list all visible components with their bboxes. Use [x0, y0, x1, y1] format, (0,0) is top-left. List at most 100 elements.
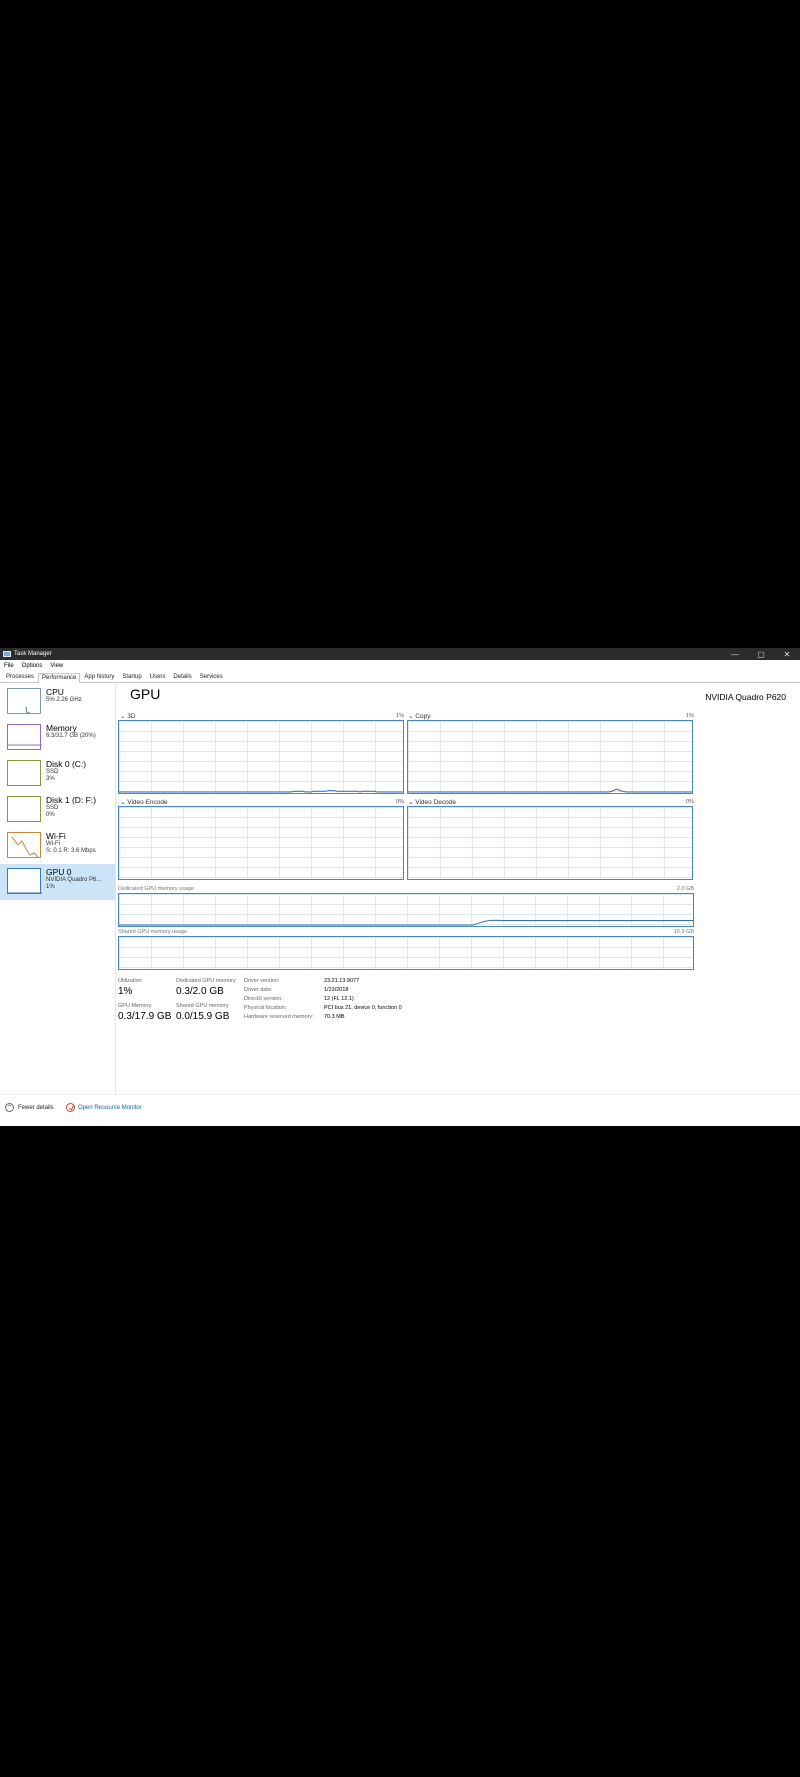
- fewer-details-button[interactable]: ⌃ Fewer details: [5, 1103, 54, 1112]
- menu-view[interactable]: View: [50, 663, 63, 669]
- task-manager-icon: [3, 651, 11, 657]
- engine-label: Video Decode: [415, 799, 456, 806]
- engine-3d-graph: [118, 720, 404, 794]
- sidebar-item-value: 3%: [46, 775, 55, 782]
- hardware-reserved-memory-label: Hardware reserved memory:: [244, 1014, 314, 1020]
- menu-bar: File Options View: [0, 660, 800, 671]
- sidebar-item-value: 1%: [46, 883, 55, 890]
- dedicated-memory-graph: [118, 893, 694, 927]
- minimize-button[interactable]: —: [722, 650, 748, 659]
- sidebar-item-detail: 6.3/31.7 GB (20%): [46, 733, 96, 739]
- chevron-up-icon: ⌃: [5, 1103, 14, 1112]
- engine-video-encode-percent: 0%: [396, 799, 404, 805]
- usage-line-chart: [119, 919, 693, 926]
- fewer-details-label: Fewer details: [18, 1104, 54, 1111]
- menu-options[interactable]: Options: [22, 663, 43, 669]
- directx-version-value: 12 (FL 12.1): [324, 996, 354, 1002]
- engine-video-encode-selector[interactable]: ⌄ Video Encode: [120, 798, 168, 806]
- task-manager-window: Task Manager — ▢ ✕ File Options View Pro…: [0, 648, 800, 1126]
- driver-date-label: Driver date:: [244, 987, 273, 993]
- shared-memory-stat-label: Shared GPU memory: [176, 1003, 229, 1009]
- menu-file[interactable]: File: [4, 663, 14, 669]
- usage-line: [408, 788, 692, 793]
- usage-line-chart: [119, 790, 403, 793]
- engine-label: Copy: [415, 713, 431, 720]
- usage-line: [119, 919, 693, 926]
- tab-app-history[interactable]: App history: [80, 672, 118, 682]
- tab-details[interactable]: Details: [169, 672, 195, 682]
- sidebar-item-label: Wi-Fi: [46, 831, 66, 841]
- dedicated-memory-max: 2.0 GB: [676, 886, 694, 892]
- sidebar-item-detail: SSD: [46, 805, 59, 811]
- chevron-down-icon: ⌄: [120, 713, 126, 720]
- tab-startup[interactable]: Startup: [118, 672, 145, 682]
- chevron-down-icon: ⌄: [408, 799, 414, 806]
- shared-memory-stat-value: 0.0/15.9 GB: [176, 1011, 230, 1022]
- sidebar-item-wifi[interactable]: Wi-Fi Wi-Fi S: 0.1 R: 3.6 Mbps: [0, 828, 115, 864]
- disk-0-thumbnail-graph: [7, 760, 41, 786]
- engine-video-decode-selector[interactable]: ⌄ Video Decode: [408, 798, 456, 806]
- sidebar-item-label: GPU 0: [46, 867, 72, 877]
- tab-performance[interactable]: Performance: [38, 673, 81, 683]
- physical-location-value: PCI bus 21, device 0, function 0: [324, 1005, 402, 1011]
- usage-line-chart: [408, 788, 692, 793]
- disk-1-thumbnail-graph: [7, 796, 41, 822]
- engine-3d-percent: 1%: [396, 713, 404, 719]
- shared-memory-label: Shared GPU memory usage: [118, 929, 188, 935]
- shared-memory-graph: [118, 936, 694, 970]
- open-resource-monitor-link[interactable]: Open Resource Monitor: [66, 1103, 142, 1112]
- gpu-memory-value: 0.3/17.9 GB: [118, 1011, 172, 1022]
- gpu-memory-label: GPU Memory: [118, 1003, 152, 1009]
- dedicated-memory-stat-label: Dedicated GPU memory: [176, 978, 236, 984]
- dedicated-memory-label: Dedicated GPU memory usage: [118, 886, 195, 892]
- sidebar-item-disk-1[interactable]: Disk 1 (D: F:) SSD 0%: [0, 792, 115, 828]
- maximize-button[interactable]: ▢: [748, 650, 774, 659]
- sidebar-item-gpu-0[interactable]: GPU 0 NVIDIA Quadro P6... 1%: [0, 864, 115, 900]
- utilization-label: Utilization: [118, 978, 142, 984]
- shared-memory-max: 15.9 GB: [673, 929, 694, 935]
- usage-line: [119, 790, 403, 793]
- close-button[interactable]: ✕: [774, 650, 800, 659]
- sidebar-item-label: CPU: [46, 687, 64, 697]
- tab-bar: Processes Performance App history Startu…: [0, 671, 800, 683]
- sidebar-item-detail: SSD: [46, 769, 59, 775]
- sidebar-item-detail: 5% 2.26 GHz: [46, 697, 82, 703]
- footer: ⌃ Fewer details Open Resource Monitor: [0, 1094, 800, 1126]
- memory-thumbnail-graph: [7, 724, 42, 750]
- utilization-value: 1%: [118, 986, 133, 997]
- sidebar-item-label: Memory: [46, 723, 77, 733]
- resource-monitor-icon: [66, 1103, 75, 1112]
- physical-location-label: Physical location:: [244, 1005, 287, 1011]
- title-bar[interactable]: Task Manager — ▢ ✕: [0, 648, 800, 660]
- wifi-thumbnail-graph: [7, 832, 41, 858]
- driver-version-value: 23.21.13.9077: [324, 978, 360, 984]
- sidebar-item-disk-0[interactable]: Disk 0 (C:) SSD 3%: [0, 756, 115, 792]
- hardware-reserved-memory-value: 70.3 MB: [324, 1014, 345, 1020]
- chevron-down-icon: ⌄: [120, 799, 126, 806]
- sidebar-item-value: 0%: [46, 811, 55, 818]
- gpu-thumbnail-graph: [7, 868, 42, 894]
- engine-copy-selector[interactable]: ⌄ Copy: [408, 712, 430, 720]
- dedicated-memory-stat-value: 0.3/2.0 GB: [176, 986, 224, 997]
- sidebar-item-memory[interactable]: Memory 6.3/31.7 GB (20%): [0, 720, 115, 756]
- gpu-model: NVIDIA Quadro P620: [705, 692, 786, 702]
- sidebar-item-detail: Wi-Fi: [46, 841, 60, 847]
- tab-processes[interactable]: Processes: [2, 672, 38, 682]
- sidebar-item-detail: NVIDIA Quadro P6...: [46, 877, 102, 883]
- sidebar-item-label: Disk 0 (C:): [46, 759, 87, 769]
- engine-video-encode-graph: [118, 806, 404, 880]
- engine-copy-graph: [407, 720, 693, 794]
- engine-copy-percent: 1%: [686, 713, 694, 719]
- directx-version-label: DirectX version:: [244, 996, 283, 1002]
- engine-label: 3D: [127, 713, 136, 720]
- engine-3d-selector[interactable]: ⌄ 3D: [120, 712, 136, 720]
- driver-date-value: 1/23/2018: [324, 987, 349, 993]
- tab-users[interactable]: Users: [146, 672, 170, 682]
- open-resource-monitor-label: Open Resource Monitor: [78, 1104, 142, 1111]
- driver-version-label: Driver version:: [244, 978, 280, 984]
- page-title: GPU: [130, 686, 161, 702]
- tab-services[interactable]: Services: [196, 672, 227, 682]
- window-title: Task Manager: [14, 651, 52, 657]
- engine-label: Video Encode: [127, 799, 168, 806]
- sidebar-item-cpu[interactable]: CPU 5% 2.26 GHz: [0, 684, 115, 720]
